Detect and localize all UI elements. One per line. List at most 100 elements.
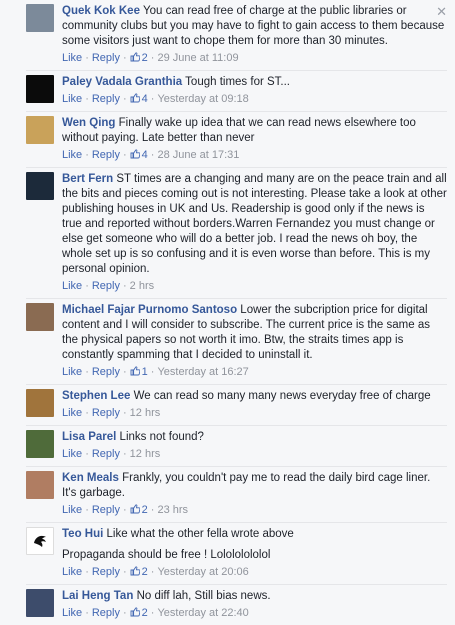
- comment: Bert Fern ST times are a changing and ma…: [0, 168, 455, 298]
- separator-dot: ·: [85, 366, 89, 378]
- like-button[interactable]: Like: [62, 280, 82, 292]
- like-count-value: 2: [141, 52, 148, 64]
- separator-dot: ·: [85, 52, 89, 64]
- like-button[interactable]: Like: [62, 504, 82, 516]
- comment-body: Wen Qing Finally wake up idea that we ca…: [62, 116, 447, 163]
- like-button[interactable]: Like: [62, 149, 82, 161]
- comment-actions: Like · Reply · 2 · 23 hrs: [62, 503, 447, 518]
- timestamp[interactable]: Yesterday at 16:27: [157, 366, 248, 378]
- separator-dot: ·: [85, 504, 89, 516]
- reply-button[interactable]: Reply: [92, 149, 120, 161]
- like-count[interactable]: 2: [130, 607, 148, 619]
- comment: Lai Heng Tan No diff lah, Still bias new…: [0, 585, 455, 625]
- separator-dot: ·: [122, 566, 127, 578]
- avatar[interactable]: [26, 389, 54, 417]
- comment-body: Bert Fern ST times are a changing and ma…: [62, 172, 447, 294]
- commenter-name[interactable]: Stephen Lee: [62, 390, 130, 402]
- like-button[interactable]: Like: [62, 566, 82, 578]
- separator-dot: ·: [85, 448, 89, 460]
- comment-body: Lisa Parel Links not found? Like · Reply · 12…: [62, 430, 447, 462]
- reply-button[interactable]: Reply: [92, 280, 120, 292]
- commenter-name[interactable]: Quek Kok Kee: [62, 5, 140, 17]
- separator-dot: ·: [85, 407, 89, 419]
- thumbs-up-icon: [130, 566, 141, 576]
- timestamp[interactable]: 2 hrs: [130, 280, 154, 292]
- like-button[interactable]: Like: [62, 448, 82, 460]
- lion-logo-icon: [34, 535, 46, 547]
- reply-button[interactable]: Reply: [92, 566, 120, 578]
- comment-actions: Like · Reply · 12 hrs: [62, 447, 447, 462]
- avatar[interactable]: [26, 75, 54, 103]
- reply-button[interactable]: Reply: [92, 93, 120, 105]
- separator-dot: ·: [85, 149, 89, 161]
- avatar[interactable]: [26, 116, 54, 144]
- timestamp[interactable]: Yesterday at 22:40: [157, 607, 248, 619]
- reply-button[interactable]: Reply: [92, 407, 120, 419]
- like-button[interactable]: Like: [62, 366, 82, 378]
- reply-button[interactable]: Reply: [92, 448, 120, 460]
- like-count-value: 4: [141, 93, 148, 105]
- commenter-name[interactable]: Lai Heng Tan: [62, 590, 133, 602]
- commenter-name[interactable]: Wen Qing: [62, 117, 115, 129]
- timestamp[interactable]: Yesterday at 20:06: [157, 566, 248, 578]
- comment-body: Paley Vadala Granthia Tough times for ST…: [62, 75, 447, 107]
- comment: Wen Qing Finally wake up idea that we ca…: [0, 112, 455, 167]
- comment-text: Like what the other fella wrote above: [106, 528, 294, 540]
- separator-dot: ·: [150, 149, 155, 161]
- commenter-name[interactable]: Lisa Parel: [62, 431, 116, 443]
- timestamp[interactable]: 29 June at 11:09: [157, 52, 238, 64]
- commenter-name[interactable]: Teo Hui: [62, 528, 103, 540]
- timestamp[interactable]: 12 hrs: [130, 407, 161, 419]
- reply-button[interactable]: Reply: [92, 607, 120, 619]
- like-button[interactable]: Like: [62, 407, 82, 419]
- like-count[interactable]: 4: [130, 149, 148, 161]
- commenter-name[interactable]: Paley Vadala Granthia: [62, 76, 182, 88]
- commenter-name[interactable]: Ken Meals: [62, 472, 119, 484]
- comment-actions: Like · Reply · 4 · Yesterday at 09:18: [62, 92, 447, 107]
- like-button[interactable]: Like: [62, 52, 82, 64]
- like-count-value: 4: [141, 149, 148, 161]
- avatar[interactable]: [26, 527, 54, 555]
- avatar[interactable]: [26, 430, 54, 458]
- avatar[interactable]: [26, 172, 54, 200]
- comment: Paley Vadala Granthia Tough times for ST…: [0, 71, 455, 111]
- commenter-name[interactable]: Bert Fern: [62, 173, 113, 185]
- separator-dot: ·: [150, 52, 155, 64]
- reply-button[interactable]: Reply: [92, 504, 120, 516]
- comment: Michael Fajar Purnomo Santoso Lower the …: [0, 299, 455, 384]
- like-count[interactable]: 2: [130, 504, 148, 516]
- thumbs-up-icon: [130, 52, 141, 62]
- comment-text: Links not found?: [119, 431, 204, 443]
- like-button[interactable]: Like: [62, 607, 82, 619]
- avatar[interactable]: [26, 589, 54, 617]
- thumbs-up-icon: [130, 93, 141, 103]
- separator-dot: ·: [85, 607, 89, 619]
- comment: Teo Hui Like what the other fella wrote …: [0, 523, 455, 584]
- commenter-name[interactable]: Michael Fajar Purnomo Santoso: [62, 304, 237, 316]
- comment-actions: Like · Reply · 2 · Yesterday at 20:06: [62, 565, 447, 580]
- avatar[interactable]: [26, 471, 54, 499]
- reply-button[interactable]: Reply: [92, 52, 120, 64]
- separator-dot: ·: [122, 366, 127, 378]
- like-count[interactable]: 2: [130, 52, 148, 64]
- comment-text-continued: Propaganda should be free ! Lolololololo…: [62, 549, 271, 561]
- like-button[interactable]: Like: [62, 93, 82, 105]
- separator-dot: ·: [150, 566, 155, 578]
- separator-dot: ·: [150, 93, 155, 105]
- separator-dot: ·: [122, 280, 127, 292]
- comment-body: Lai Heng Tan No diff lah, Still bias new…: [62, 589, 447, 621]
- avatar[interactable]: [26, 303, 54, 331]
- timestamp[interactable]: 23 hrs: [157, 504, 188, 516]
- like-count[interactable]: 4: [130, 93, 148, 105]
- like-count[interactable]: 2: [130, 566, 148, 578]
- separator-dot: ·: [122, 149, 127, 161]
- avatar[interactable]: [26, 4, 54, 32]
- comment-actions: Like · Reply · 2 · 29 June at 11:09: [62, 51, 447, 66]
- timestamp[interactable]: 12 hrs: [130, 448, 161, 460]
- timestamp[interactable]: 28 June at 17:31: [157, 149, 239, 161]
- like-count-value: 2: [141, 566, 148, 578]
- reply-button[interactable]: Reply: [92, 366, 120, 378]
- comment-text: We can read so many many news everyday f…: [133, 390, 431, 402]
- like-count[interactable]: 1: [130, 366, 148, 378]
- timestamp[interactable]: Yesterday at 09:18: [157, 93, 248, 105]
